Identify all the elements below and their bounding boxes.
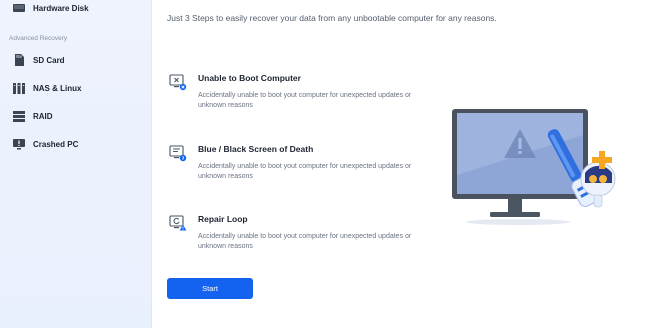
boot-error-icon: [169, 73, 187, 91]
start-button[interactable]: Start: [167, 278, 253, 299]
sidebar-item-label: SD Card: [33, 55, 65, 65]
sidebar-item-label: NAS & Linux: [33, 83, 82, 93]
sd-card-icon: [12, 53, 26, 67]
main-panel: Just 3 Steps to easily recover your data…: [152, 0, 648, 328]
step-title: Blue / Black Screen of Death: [198, 144, 314, 154]
step-title: Repair Loop: [198, 214, 248, 224]
step-desc: Accidentally unable to boot yout compute…: [198, 163, 412, 180]
repair-loop-icon: [169, 214, 187, 232]
step-item: Unable to Boot Computer Accidentally una…: [169, 73, 419, 113]
sidebar-item-crashed-pc[interactable]: Crashed PC: [12, 134, 78, 154]
nas-icon: [12, 81, 26, 95]
page-subtitle: Just 3 Steps to easily recover your data…: [167, 13, 497, 23]
sidebar-item-nas-linux[interactable]: NAS & Linux: [12, 78, 81, 98]
crashed-monitor-illustration: [448, 95, 628, 245]
step-item: ? Blue / Black Screen of Death Accidenta…: [169, 144, 419, 184]
sidebar-item-label: Crashed PC: [33, 139, 79, 149]
step-desc: Accidentally unable to boot yout compute…: [198, 233, 412, 250]
hard-disk-icon: [12, 1, 26, 15]
sidebar-item-label: RAID: [33, 111, 53, 121]
svg-text:?: ?: [182, 156, 185, 162]
step-desc: Accidentally unable to boot yout compute…: [198, 92, 412, 109]
step-title: Unable to Boot Computer: [198, 73, 301, 83]
sidebar-item-sd-card[interactable]: SD Card: [12, 50, 65, 70]
sidebar-item-hardware-disk[interactable]: Hardware Disk: [12, 0, 89, 18]
step-item: Repair Loop Accidentally unable to boot …: [169, 214, 419, 254]
crashed-pc-icon: [12, 137, 26, 151]
raid-icon: [12, 109, 26, 123]
sidebar-item-raid[interactable]: RAID: [12, 106, 53, 126]
section-label-advanced-recovery: Advanced Recovery: [9, 35, 68, 42]
sidebar: Hardware Disk Advanced Recovery SD Card …: [0, 0, 152, 328]
sidebar-item-label: Hardware Disk: [33, 3, 89, 13]
screen-death-icon: ?: [169, 144, 187, 162]
